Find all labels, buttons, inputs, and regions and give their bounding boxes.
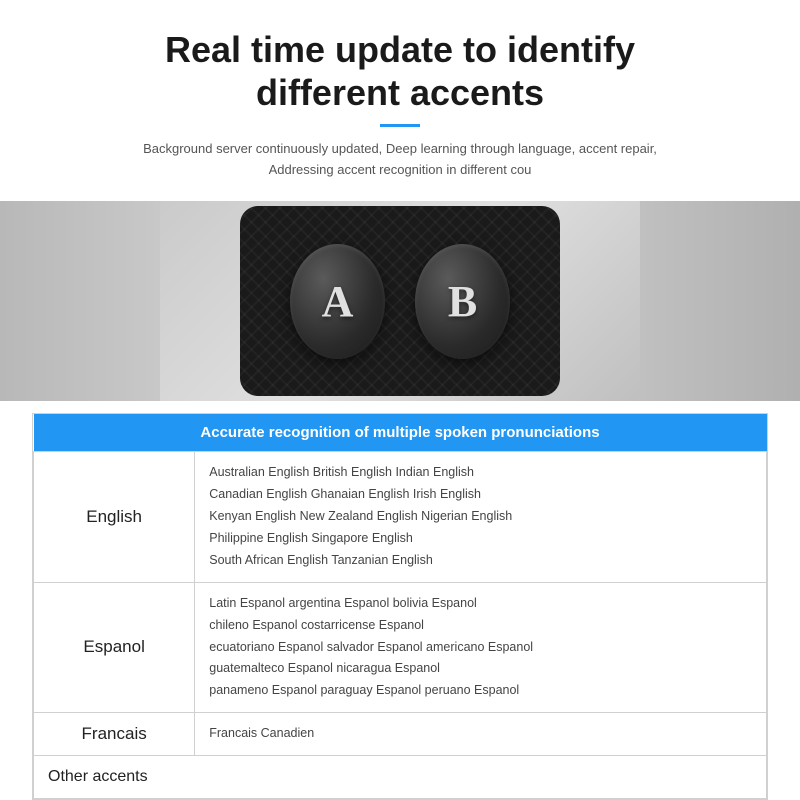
header-section: Real time update to identify different a… [0,0,800,191]
table-header-cell: Accurate recognition of multiple spoken … [34,414,767,452]
accent-table-section: Accurate recognition of multiple spoken … [32,413,768,800]
francais-dialects: Francais Canadien [195,713,767,756]
table-row-francais: Francais Francais Canadien [34,713,767,756]
button-b[interactable]: B [415,244,510,359]
button-a[interactable]: A [290,244,385,359]
espanol-dialects: Latin Espanol argentina Espanol bolivia … [195,582,767,712]
table-row-other: Other accents [34,756,767,799]
language-english: English [34,452,195,582]
page-wrapper: Real time update to identify different a… [0,0,800,800]
button-a-label: A [322,276,354,327]
side-panel-left [0,201,160,401]
language-francais: Francais [34,713,195,756]
other-accents-label: Other accents [34,756,767,799]
button-b-label: B [448,276,477,327]
language-espanol: Espanol [34,582,195,712]
table-row-espanol: Espanol Latin Espanol argentina Espanol … [34,582,767,712]
device-body: A B [240,206,560,396]
table-header-row: Accurate recognition of multiple spoken … [34,414,767,452]
title-divider [380,124,420,127]
main-title: Real time update to identify different a… [60,28,740,114]
side-panel-right [640,201,800,401]
table-row-english: English Australian English British Engli… [34,452,767,582]
subtitle-text: Background server continuously updated, … [120,139,680,181]
accent-table: Accurate recognition of multiple spoken … [33,414,767,799]
english-dialects: Australian English British English India… [195,452,767,582]
device-section: A B [0,201,800,401]
